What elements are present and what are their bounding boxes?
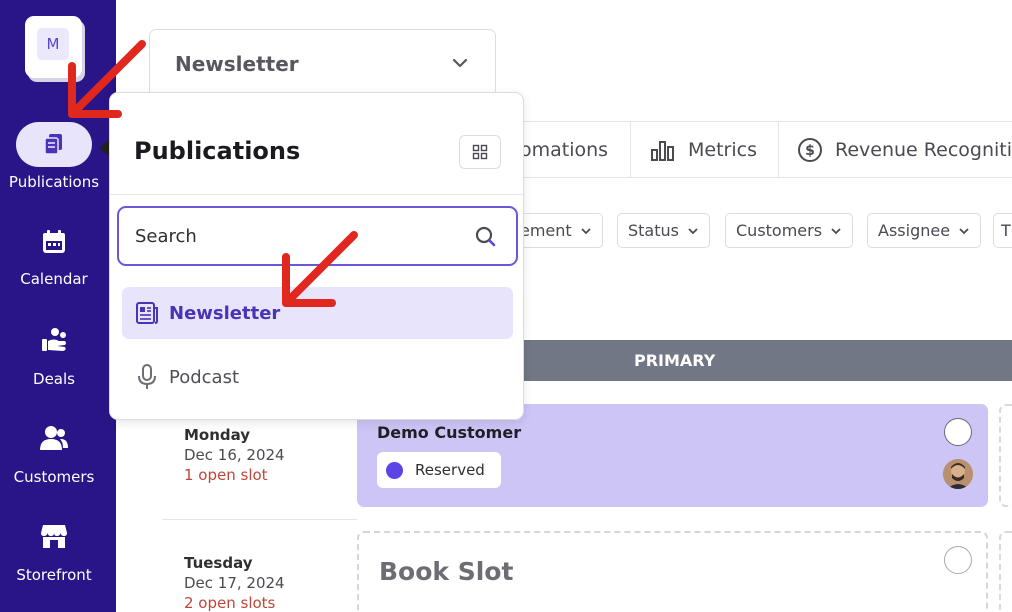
- filter-label: ement: [520, 221, 572, 240]
- open-slots-count: 2 open slots: [184, 594, 276, 612]
- filter-status[interactable]: Status: [617, 213, 710, 248]
- slot-select-radio[interactable]: [944, 546, 972, 574]
- option-label: Podcast: [169, 366, 240, 388]
- sidebar-item-label: Publications: [8, 173, 100, 191]
- filter-type[interactable]: T: [993, 213, 1012, 248]
- day-date: Dec 16, 2024: [184, 446, 285, 464]
- app-root: M Publications Calendar Deals Customers …: [0, 0, 1012, 612]
- chevron-down-icon: [581, 227, 591, 234]
- option-label: Newsletter: [169, 302, 281, 324]
- sidebar-item-label: Deals: [33, 370, 75, 388]
- dollar-circle-icon: $: [798, 138, 822, 162]
- tab-label: Metrics: [688, 139, 757, 161]
- storefront-icon: [41, 525, 67, 548]
- slot-select-radio[interactable]: [944, 418, 972, 446]
- publication-option-podcast[interactable]: Podcast: [122, 351, 513, 403]
- chevron-down-icon: [831, 227, 841, 234]
- sidebar-item-customers[interactable]: Customers: [0, 424, 108, 486]
- chevron-down-icon: [688, 227, 698, 234]
- sidebar-item-publications[interactable]: Publications: [0, 131, 108, 191]
- filter-label: Status: [628, 221, 679, 240]
- tab-label: Revenue Recogniti: [835, 139, 1012, 161]
- sidebar-item-storefront[interactable]: Storefront: [0, 522, 108, 584]
- popover-divider: [110, 194, 523, 195]
- tab-metrics[interactable]: Metrics: [650, 122, 757, 178]
- filter-customers[interactable]: Customers: [725, 213, 854, 248]
- popover-title: Publications: [134, 137, 301, 165]
- customers-icon: [40, 426, 68, 450]
- svg-text:$: $: [805, 143, 815, 159]
- status-badge: Reserved: [377, 452, 501, 488]
- tab-automations[interactable]: omations: [520, 122, 608, 178]
- grid-view-button[interactable]: [459, 135, 501, 169]
- sidebar-item-label: Calendar: [20, 270, 88, 288]
- slot-card-partial[interactable]: [999, 404, 1012, 507]
- day-date: Dec 17, 2024: [184, 574, 285, 592]
- annotation-arrow-icon: [68, 40, 146, 118]
- slot-card-partial[interactable]: [999, 531, 1012, 612]
- day-label-tuesday: Tuesday Dec 17, 2024 2 open slots: [184, 553, 285, 612]
- day-label-monday: Monday Dec 16, 2024 1 open slot: [184, 425, 285, 485]
- newspaper-icon: [136, 302, 158, 324]
- filter-label: T: [1001, 221, 1011, 240]
- slot-card-book[interactable]: Book Slot: [357, 531, 988, 612]
- annotation-arrow-icon: [282, 231, 358, 307]
- grid-icon: [472, 144, 488, 160]
- sidebar-item-deals[interactable]: Deals: [0, 326, 108, 388]
- open-slots-count: 1 open slot: [184, 466, 268, 484]
- chevron-down-icon: [959, 227, 969, 234]
- tab-revenue-recognition[interactable]: $ Revenue Recogniti: [797, 122, 1012, 178]
- chevron-down-icon: [452, 58, 468, 68]
- slot-customer-name: Demo Customer: [377, 423, 522, 442]
- day-name: Monday: [184, 426, 251, 444]
- sidebar-item-label: Storefront: [16, 566, 92, 584]
- column-header-label: PRIMARY: [634, 351, 716, 370]
- tab-divider: [630, 122, 631, 178]
- microphone-icon: [138, 364, 156, 389]
- filter-label: Assignee: [878, 221, 951, 240]
- tab-label: omations: [520, 139, 609, 161]
- book-slot-label: Book Slot: [379, 557, 514, 586]
- status-dot-icon: [386, 461, 403, 479]
- tab-divider: [778, 122, 779, 178]
- publication-select[interactable]: Newsletter: [149, 29, 496, 97]
- publications-icon: [44, 134, 62, 155]
- sidebar-item-calendar[interactable]: Calendar: [0, 228, 108, 288]
- avatar-photo-icon: [943, 459, 973, 489]
- deals-icon: [42, 328, 66, 351]
- row-divider: [162, 519, 357, 520]
- assignee-avatar[interactable]: [943, 459, 973, 489]
- bar-chart-icon: [651, 141, 674, 161]
- calendar-icon: [43, 230, 65, 253]
- filter-assignee[interactable]: Assignee: [867, 213, 982, 248]
- filter-label: Customers: [736, 221, 823, 240]
- day-name: Tuesday: [184, 554, 253, 572]
- publication-select-value: Newsletter: [175, 52, 299, 76]
- sidebar-item-label: Customers: [13, 468, 95, 486]
- status-label: Reserved: [415, 461, 485, 479]
- tab-bar: omations Metrics $ Revenue Recogniti: [496, 121, 1012, 178]
- search-icon: [475, 226, 496, 247]
